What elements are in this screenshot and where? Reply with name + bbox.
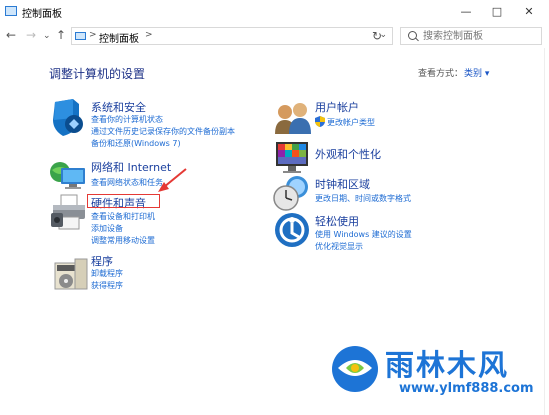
appearance-icon[interactable] — [273, 138, 313, 178]
link-get-programs[interactable]: 获得程序 — [91, 280, 123, 291]
watermark-logo-icon — [332, 346, 378, 392]
watermark: 雨林木风 www.ylmf888.com — [330, 342, 540, 402]
link-change-account-type[interactable]: 更改帐户类型 — [327, 117, 375, 128]
link-optimize-visual-display[interactable]: 优化视觉显示 — [315, 241, 363, 252]
address-bar: ← → ⌄ ↑ > 控制面板 > ⌄ ↻ — [0, 24, 549, 48]
ease-of-access-icon[interactable] — [273, 211, 313, 251]
breadcrumb-control-panel[interactable]: 控制面板 — [99, 30, 139, 45]
refresh-button[interactable]: ↻ — [372, 29, 382, 43]
link-mobility-settings[interactable]: 调整常用移动设置 — [91, 235, 155, 246]
category-system-security[interactable]: 系统和安全 — [91, 99, 146, 115]
link-backup-restore[interactable]: 备份和还原(Windows 7) — [91, 138, 181, 149]
control-panel-icon — [5, 6, 17, 16]
view-by-dropdown[interactable]: 类别 ▾ — [464, 66, 489, 79]
category-user-accounts[interactable]: 用户帐户 — [315, 99, 359, 115]
link-view-computer-status[interactable]: 查看你的计算机状态 — [91, 114, 163, 125]
scrollbar[interactable] — [544, 48, 545, 415]
back-button[interactable]: ← — [6, 28, 16, 42]
link-add-device[interactable]: 添加设备 — [91, 223, 123, 234]
breadcrumb-separator[interactable]: > — [145, 30, 153, 40]
search-icon — [408, 31, 417, 40]
view-by-label: 查看方式： — [418, 69, 464, 79]
breadcrumb-separator: > — [89, 30, 97, 40]
red-arrow-icon — [158, 168, 187, 192]
watermark-text: 雨林木风 — [385, 348, 510, 382]
link-recommended-settings[interactable]: 使用 Windows 建议的设置 — [315, 229, 412, 240]
forward-button[interactable]: → — [26, 28, 36, 42]
category-ease-of-access[interactable]: 轻松使用 — [315, 213, 359, 229]
programs-icon[interactable] — [51, 253, 91, 293]
network-icon[interactable] — [49, 156, 89, 196]
watermark-url: www.ylmf888.com — [399, 381, 534, 396]
maximize-button[interactable]: □ — [486, 3, 508, 20]
title-bar: 控制面板 — □ ✕ — [0, 0, 549, 24]
category-programs[interactable]: 程序 — [91, 253, 113, 269]
category-appearance[interactable]: 外观和个性化 — [315, 146, 381, 162]
search-box[interactable] — [400, 27, 542, 45]
address-field[interactable]: > 控制面板 > ⌄ — [71, 27, 393, 45]
control-panel-icon — [75, 32, 86, 40]
link-date-time-format[interactable]: 更改日期、时间或数字格式 — [315, 193, 411, 204]
recent-locations-button[interactable]: ⌄ — [43, 29, 51, 43]
printer-icon[interactable] — [49, 193, 89, 233]
highlight-box — [87, 194, 160, 208]
shield-icon[interactable] — [49, 98, 89, 138]
up-button[interactable]: ↑ — [56, 28, 66, 42]
search-input[interactable] — [423, 29, 535, 43]
link-file-history-backup[interactable]: 通过文件历史记录保存你的文件备份副本 — [91, 126, 235, 137]
link-devices-printers[interactable]: 查看设备和打印机 — [91, 211, 155, 222]
page-title: 调整计算机的设置 — [49, 67, 146, 81]
category-clock-region[interactable]: 时钟和区域 — [315, 176, 370, 192]
minimize-button[interactable]: — — [455, 3, 477, 20]
uac-shield-icon — [315, 116, 325, 127]
user-accounts-icon[interactable] — [273, 98, 313, 138]
window-title: 控制面板 — [22, 9, 62, 20]
clock-icon[interactable] — [273, 173, 313, 213]
link-uninstall-program[interactable]: 卸载程序 — [91, 268, 123, 279]
close-button[interactable]: ✕ — [518, 3, 540, 20]
